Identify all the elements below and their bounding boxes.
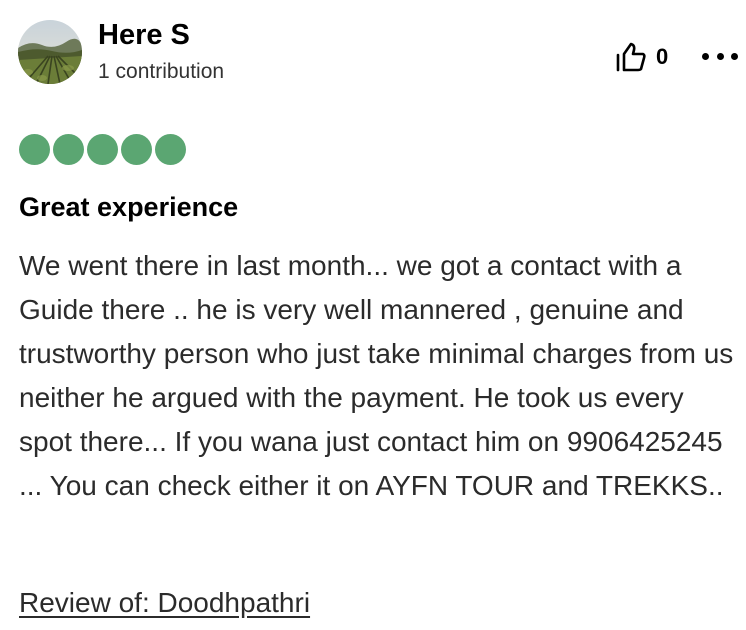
rating-bubble (121, 134, 152, 165)
rating-bubble (87, 134, 118, 165)
more-options-icon (702, 52, 709, 60)
user-name[interactable]: Here S (98, 18, 190, 52)
helpful-count: 0 (656, 44, 669, 69)
helpful-vote-button[interactable]: 0 (614, 38, 668, 76)
more-options-dot (731, 52, 738, 60)
more-options-button[interactable] (702, 40, 738, 72)
review-title[interactable]: Great experience (19, 190, 238, 224)
more-options-dot (716, 52, 724, 60)
rating-bubble (155, 134, 186, 165)
review-of-link[interactable]: Review of: Doodhpathri (19, 584, 310, 622)
thumbs-up-icon (616, 42, 646, 72)
rating-bubble (53, 134, 84, 165)
user-contributions: 1 contribution (98, 60, 225, 83)
vineyard-landscape-avatar (18, 20, 82, 84)
rating-bubble (19, 134, 50, 165)
rating-bubbles (19, 134, 189, 165)
user-avatar[interactable] (18, 20, 82, 84)
review-body: We went there in last month... we got a … (19, 250, 734, 501)
